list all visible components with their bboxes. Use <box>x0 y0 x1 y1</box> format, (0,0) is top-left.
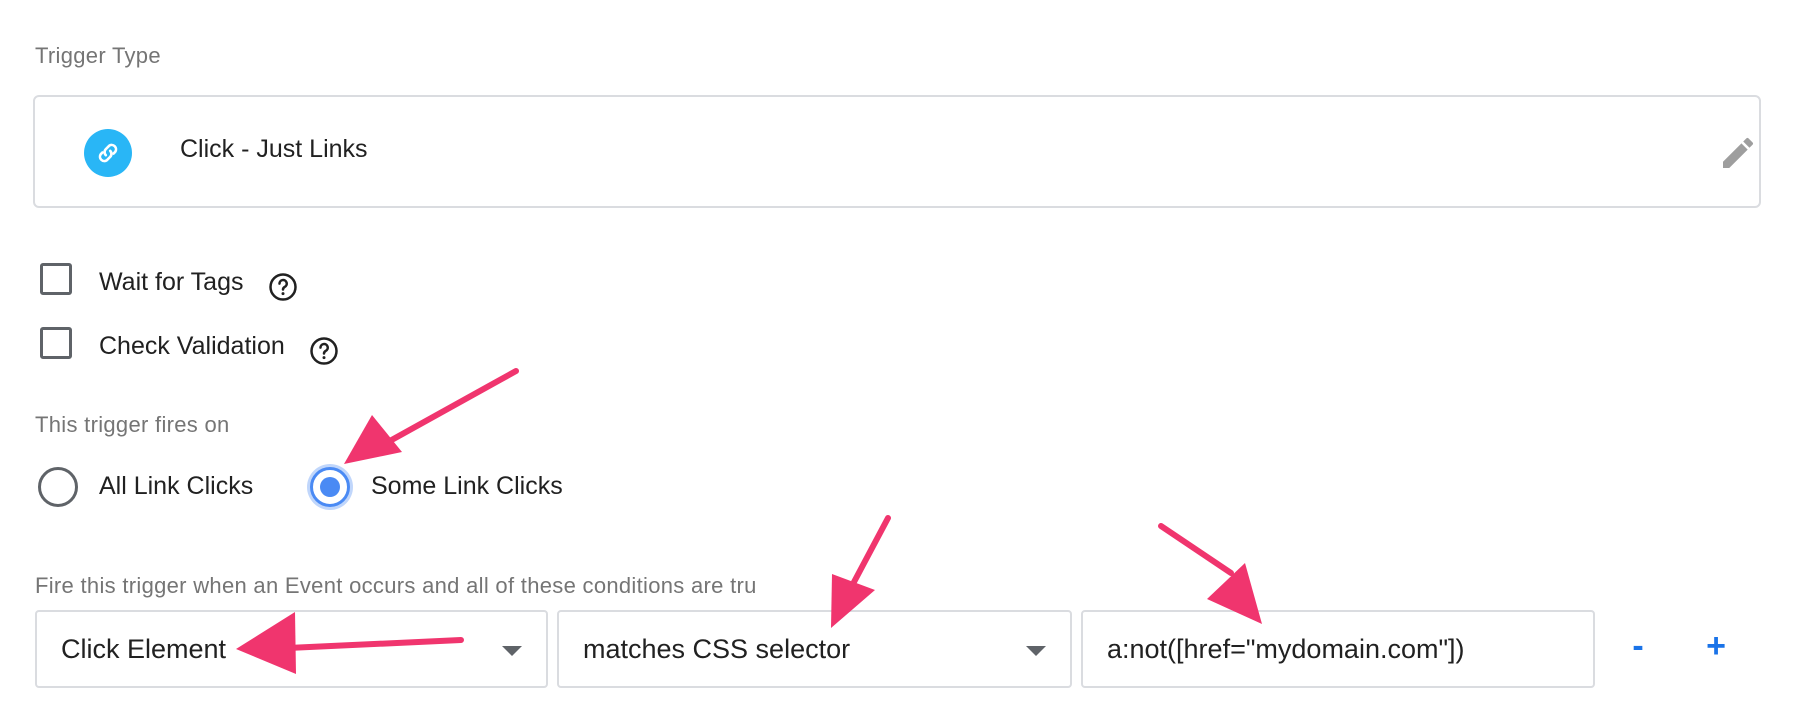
condition-description: Fire this trigger when an Event occurs a… <box>35 573 757 598</box>
trigger-type-name: Click - Just Links <box>180 135 368 163</box>
help-icon[interactable] <box>309 336 339 366</box>
trigger-type-label: Trigger Type <box>35 43 161 68</box>
wait-for-tags-label: Wait for Tags <box>99 268 244 296</box>
remove-condition-button[interactable]: - <box>1618 626 1658 666</box>
variable-select[interactable]: Click Element <box>35 610 548 688</box>
all-link-clicks-label: All Link Clicks <box>99 472 254 500</box>
pencil-icon[interactable] <box>1718 133 1758 173</box>
operator-select-value: matches CSS selector <box>583 633 851 664</box>
radio-selected-dot <box>320 477 340 497</box>
trigger-type-card[interactable]: Click - Just Links <box>33 95 1761 208</box>
variable-select-value: Click Element <box>61 633 227 664</box>
add-condition-button[interactable]: + <box>1696 626 1736 666</box>
link-icon <box>84 129 132 177</box>
some-link-clicks-label: Some Link Clicks <box>371 472 563 500</box>
some-link-clicks-radio[interactable] <box>310 467 350 507</box>
check-validation-label: Check Validation <box>99 332 285 360</box>
chevron-down-icon <box>502 646 522 656</box>
help-icon[interactable] <box>268 272 298 302</box>
wait-for-tags-checkbox[interactable] <box>40 263 72 295</box>
condition-value-input[interactable]: a:not([href="mydomain.com"]) <box>1081 610 1595 688</box>
chevron-down-icon <box>1026 646 1046 656</box>
all-link-clicks-radio[interactable] <box>38 467 78 507</box>
operator-select[interactable]: matches CSS selector <box>557 610 1072 688</box>
fires-on-label: This trigger fires on <box>35 412 230 437</box>
annotation-arrow-radio <box>344 368 519 464</box>
condition-value-text: a:not([href="mydomain.com"]) <box>1107 633 1465 664</box>
check-validation-checkbox[interactable] <box>40 327 72 359</box>
